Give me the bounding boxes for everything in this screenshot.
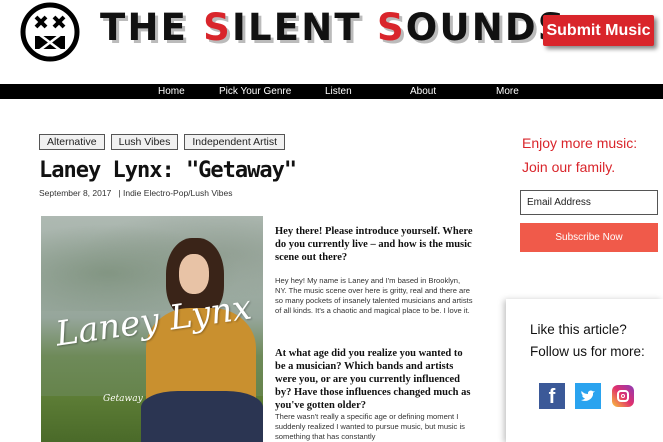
post-category[interactable]: | Indie Electro-Pop/Lush Vibes — [118, 188, 232, 198]
instagram-icon[interactable] — [612, 385, 634, 407]
title-part-accent: S — [376, 6, 406, 49]
nav-item-about[interactable]: About — [410, 84, 436, 99]
follow-heading: Like this article? Follow us for more: — [530, 319, 645, 363]
tag-independent-artist[interactable]: Independent Artist — [184, 134, 286, 150]
tag-lush-vibes[interactable]: Lush Vibes — [110, 134, 179, 150]
nav-item-more[interactable]: More — [496, 84, 519, 99]
interview-question: At what age did you realize you wanted t… — [275, 348, 471, 411]
tag-list: Alternative Lush Vibes Independent Artis… — [39, 134, 286, 150]
interview-question: Hey there! Please introduce yourself. Wh… — [275, 226, 473, 263]
newsletter-heading-line: Join our family. — [522, 159, 616, 175]
silent-face-logo-icon[interactable] — [20, 2, 80, 62]
post-meta: September 8, 2017 | Indie Electro-Pop/Lu… — [39, 188, 232, 198]
follow-heading-line: Follow us for more: — [530, 344, 645, 359]
title-part: ILENT — [232, 6, 377, 49]
album-cover-image: Laney Lynx Getaway — [41, 216, 263, 442]
interview-answer: Hey hey! My name is Laney and I'm based … — [275, 276, 473, 315]
album-figure-jeans — [141, 391, 263, 442]
newsletter-heading: Enjoy more music: Join our family. — [522, 131, 637, 179]
facebook-icon[interactable]: f — [539, 383, 565, 409]
newsletter-heading-line: Enjoy more music: — [522, 135, 638, 151]
site-title[interactable]: THE SILENT SOUNDS — [100, 6, 567, 49]
follow-box: Like this article? Follow us for more: f — [506, 299, 663, 442]
subscribe-button[interactable]: Subscribe Now — [520, 223, 658, 252]
interview-answer: There wasn't really a specific age or de… — [275, 412, 465, 441]
nav-item-listen[interactable]: Listen — [325, 84, 352, 99]
nav-item-home[interactable]: Home — [158, 84, 185, 99]
post-date: September 8, 2017 — [39, 188, 112, 198]
title-part: THE — [100, 6, 204, 49]
twitter-icon[interactable] — [575, 383, 601, 409]
album-figure-face — [179, 254, 209, 294]
tag-alternative[interactable]: Alternative — [39, 134, 105, 150]
album-title-text: Getaway — [103, 394, 143, 404]
main-nav: Home Pick Your Genre Listen About More — [0, 84, 663, 99]
follow-heading-line: Like this article? — [530, 322, 627, 337]
email-field[interactable]: Email Address — [520, 190, 658, 215]
nav-item-pick-your-genre[interactable]: Pick Your Genre — [219, 84, 291, 99]
title-part-accent: S — [203, 6, 233, 49]
instagram-lens — [621, 394, 625, 398]
post-title: Laney Lynx: "Getaway" — [39, 158, 297, 183]
submit-music-button[interactable]: Submit Music — [543, 15, 654, 46]
